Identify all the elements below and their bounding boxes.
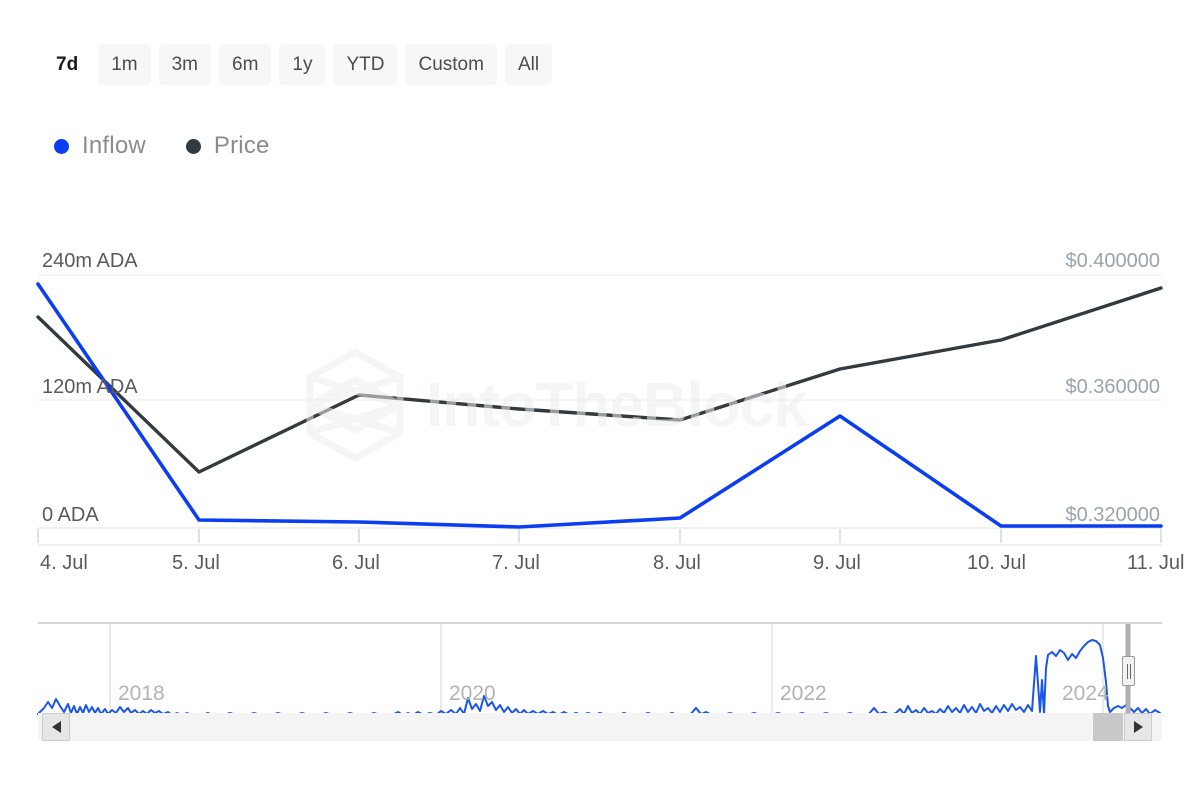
- right-range-handle[interactable]: [1122, 656, 1135, 686]
- range-button-all[interactable]: All: [504, 44, 553, 85]
- x-tick-label-4jul: 4. Jul: [40, 552, 88, 574]
- navigator-year-2022: 2022: [780, 682, 827, 705]
- y-axis-right-tick-0320: $0.320000: [1065, 504, 1160, 526]
- chart-legend: Inflow Price: [54, 132, 270, 160]
- x-tick-label-8jul: 8. Jul: [653, 552, 701, 574]
- x-tick-label-11jul: 11. Jul: [1127, 552, 1185, 574]
- scroll-left-button[interactable]: [42, 713, 70, 741]
- main-plot[interactable]: 240m ADA 120m ADA 0 ADA $0.400000 $0.360…: [0, 230, 1200, 590]
- legend-label-price: Price: [213, 132, 270, 159]
- arrow-right-icon: [1133, 721, 1143, 733]
- range-selector: 7d 1m 3m 6m 1y YTD Custom All: [44, 44, 553, 85]
- x-axis-ticks: [37, 529, 1162, 543]
- range-button-ytd[interactable]: YTD: [333, 44, 398, 85]
- y-axis-right-tick-0400: $0.400000: [1065, 250, 1160, 272]
- x-tick-label-6jul: 6. Jul: [332, 552, 380, 574]
- navigator-scrollbar-track[interactable]: [38, 713, 1162, 741]
- y-axis-right-tick-0360: $0.360000: [1065, 376, 1160, 398]
- legend-label-inflow: Inflow: [82, 132, 146, 159]
- handle-grip-icon: [1127, 664, 1131, 679]
- range-button-3m[interactable]: 3m: [158, 44, 211, 85]
- navigator-year-2020: 2020: [449, 682, 496, 705]
- y-axis-left-tick-0: 0 ADA: [42, 504, 99, 526]
- x-tick-label-9jul: 9. Jul: [813, 552, 861, 574]
- legend-dot-icon-price: [185, 138, 201, 154]
- x-tick-label-10jul: 10. Jul: [967, 552, 1026, 574]
- legend-item-inflow[interactable]: Inflow: [54, 132, 146, 160]
- arrow-left-icon: [51, 721, 61, 733]
- plot-canvas: [36, 274, 1163, 546]
- range-button-6m[interactable]: 6m: [219, 44, 272, 85]
- navigator-year-2024: 2024: [1062, 682, 1109, 705]
- range-button-custom[interactable]: Custom: [405, 44, 497, 85]
- legend-dot-icon-inflow: [54, 138, 69, 154]
- navigator-year-2018: 2018: [118, 682, 165, 705]
- navigator-series-line: [37, 639, 1161, 716]
- series-line-inflow: [36, 282, 1163, 529]
- legend-item-price[interactable]: Price: [185, 132, 270, 160]
- range-button-1y[interactable]: 1y: [279, 44, 326, 85]
- chart-widget: 7d 1m 3m 6m 1y YTD Custom All Inflow Pri…: [0, 0, 1200, 800]
- x-tick-label-5jul: 5. Jul: [172, 552, 220, 574]
- x-tick-label-7jul: 7. Jul: [492, 552, 540, 574]
- navigator-scrollbar-thumb[interactable]: [1093, 713, 1123, 741]
- range-button-1m[interactable]: 1m: [98, 44, 151, 85]
- y-axis-left-tick-120m: 120m ADA: [42, 376, 138, 398]
- range-button-7d[interactable]: 7d: [44, 44, 91, 85]
- navigator[interactable]: 2018 2020 2022 2024: [0, 620, 1200, 741]
- scroll-right-button[interactable]: [1124, 713, 1152, 741]
- series-line-price: [36, 286, 1163, 474]
- y-axis-left-tick-240m: 240m ADA: [42, 250, 138, 272]
- navigator-gridlines: [109, 624, 1104, 717]
